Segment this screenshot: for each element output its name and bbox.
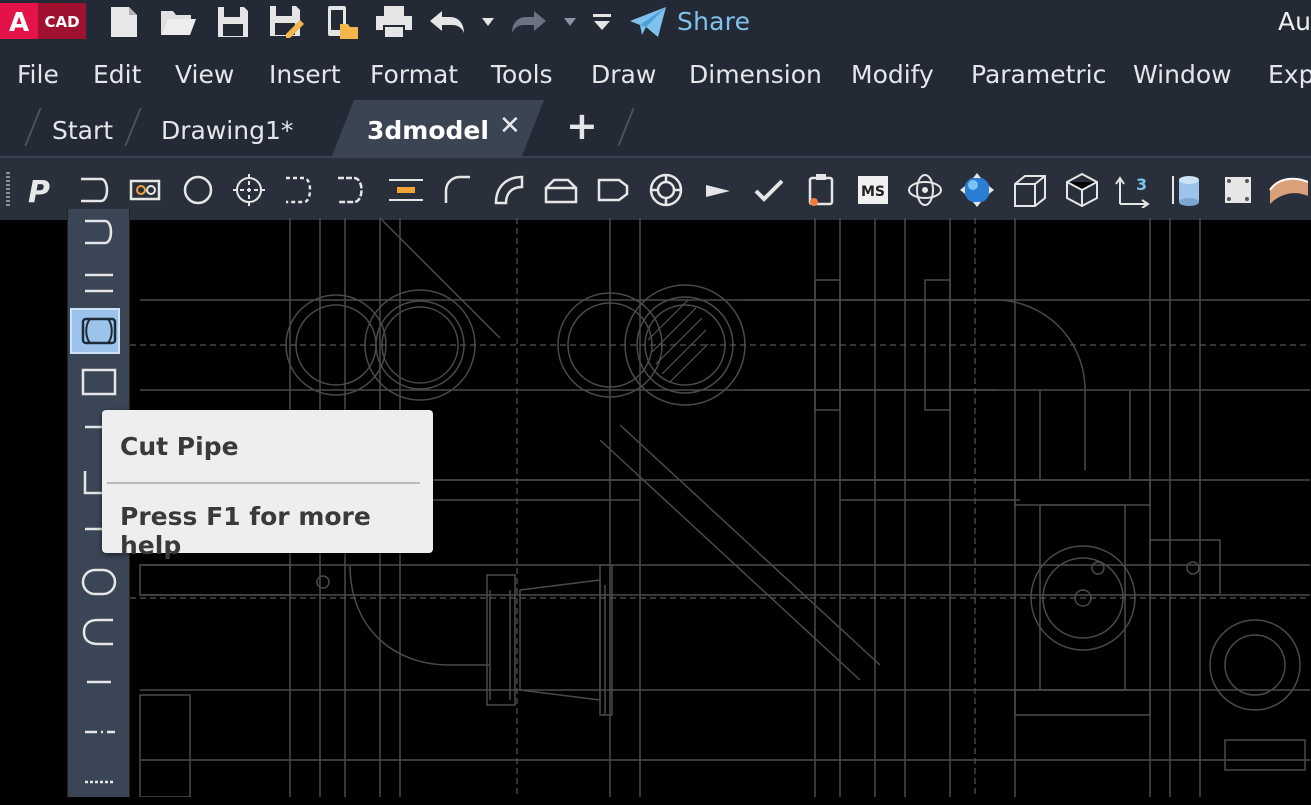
tooltip-help-text: Press F1 for more help (120, 502, 371, 560)
wireframe-box-icon[interactable] (1010, 170, 1050, 210)
share-label[interactable]: Share (677, 7, 750, 36)
menu-window[interactable]: Window (1133, 60, 1232, 89)
logo-letter: A (9, 8, 29, 38)
check-icon[interactable] (749, 170, 789, 210)
app-logo[interactable]: A CAD (0, 3, 86, 39)
open-mobile-icon[interactable] (320, 4, 360, 40)
render-icon[interactable] (1268, 170, 1308, 210)
rectangle-icon[interactable] (68, 359, 129, 405)
ms-icon[interactable]: MS (853, 170, 893, 210)
app-title: Au (1278, 7, 1311, 36)
menu-insert[interactable]: Insert (269, 60, 341, 89)
bend-icon[interactable] (489, 170, 529, 210)
cut-pipe-icon[interactable] (68, 308, 129, 354)
ucs-label: 3 (1136, 175, 1147, 194)
fillet-icon[interactable] (437, 170, 477, 210)
menu-draw[interactable]: Draw (591, 60, 656, 89)
segment-icon[interactable] (593, 170, 633, 210)
wheel-icon[interactable] (646, 170, 686, 210)
open-folder-icon[interactable] (158, 4, 198, 40)
tab-separator (124, 108, 142, 146)
elbow-dashed-icon[interactable] (280, 170, 320, 210)
plant-p-icon[interactable]: P (20, 170, 60, 210)
cylinder-icon[interactable] (1165, 170, 1205, 210)
flat-box-icon[interactable] (541, 170, 581, 210)
ms-label: MS (861, 184, 885, 200)
print-icon[interactable] (374, 4, 414, 40)
pipe-flange-icon[interactable] (126, 170, 166, 210)
logo-badge: CAD (44, 13, 79, 31)
undo-icon[interactable] (428, 4, 468, 40)
menu-view[interactable]: View (175, 60, 234, 89)
document-tab-bar: Start Drawing1* (0, 96, 1311, 156)
elbow-open-icon[interactable] (332, 170, 372, 210)
customize-dropdown-icon[interactable] (582, 4, 622, 40)
tooltip-title: Cut Pipe (120, 432, 239, 461)
dash-dot-icon[interactable] (68, 709, 129, 755)
short-line-icon[interactable] (68, 659, 129, 705)
menu-dimension[interactable]: Dimension (689, 60, 822, 89)
toolbar-grip[interactable] (6, 172, 10, 206)
valve-centerline-icon[interactable] (386, 170, 426, 210)
new-file-icon[interactable] (104, 4, 144, 40)
u-shape-icon[interactable] (68, 609, 129, 655)
orbit-icon[interactable] (905, 170, 945, 210)
solid-box-icon[interactable] (1062, 170, 1102, 210)
dotted-line-icon[interactable] (68, 759, 129, 805)
tab-3dmodel-label[interactable]: 3dmodel (367, 116, 489, 145)
tab-start[interactable]: Start (52, 116, 113, 145)
menu-parametric[interactable]: Parametric (971, 60, 1106, 89)
pipe-icon[interactable] (75, 170, 115, 210)
menu-edit[interactable]: Edit (93, 60, 141, 89)
tooltip-divider (107, 482, 420, 484)
globe-icon[interactable] (957, 170, 997, 210)
undo-dropdown-icon[interactable] (470, 4, 506, 40)
new-tab-icon[interactable]: + (566, 104, 598, 148)
center-mark-icon[interactable] (229, 170, 269, 210)
save-icon[interactable] (213, 4, 253, 40)
tab-close-icon[interactable]: ✕ (499, 111, 521, 141)
save-as-icon[interactable] (266, 4, 306, 40)
tab-drawing1[interactable]: Drawing1* (161, 116, 293, 145)
pipe-end-icon[interactable] (68, 209, 129, 255)
menu-tools[interactable]: Tools (491, 60, 553, 89)
menu-express[interactable]: Exp (1268, 60, 1311, 89)
redo-icon[interactable] (508, 4, 548, 40)
quick-access-toolbar: A CAD Share Au (0, 0, 1311, 47)
share-icon[interactable] (628, 4, 668, 40)
tab-separator (24, 108, 42, 146)
square-icon[interactable] (1218, 170, 1258, 210)
svg-text:P: P (28, 175, 50, 206)
clipboard-icon[interactable] (801, 170, 841, 210)
menu-format[interactable]: Format (370, 60, 458, 89)
line-pair-icon[interactable] (68, 259, 129, 305)
flag-icon[interactable] (697, 170, 737, 210)
menu-bar: File Edit View Insert Format Tools Draw … (0, 47, 1311, 97)
menu-file[interactable]: File (17, 60, 59, 89)
tooltip: Cut Pipe Press F1 for more help (102, 410, 433, 560)
circle-icon[interactable] (178, 170, 218, 210)
menu-modify[interactable]: Modify (851, 60, 934, 89)
ellipse-icon[interactable] (68, 559, 129, 605)
plant-toolbar: P MS 3 (0, 156, 1311, 220)
ucs-3-icon[interactable]: 3 (1113, 170, 1153, 210)
